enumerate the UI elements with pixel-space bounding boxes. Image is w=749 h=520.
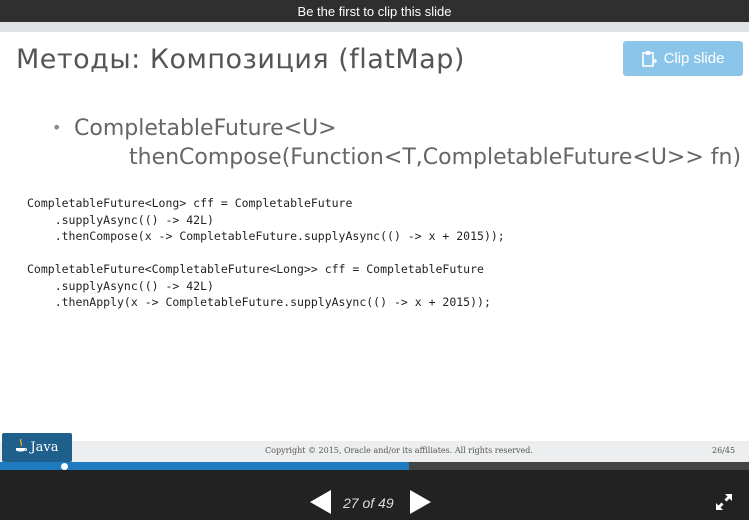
slide-canvas: Методы: Композиция (flatMap) Clip slide … (0, 22, 749, 462)
copyright-text: Copyright © 2015, Oracle and/or its affi… (265, 446, 533, 455)
next-slide-button[interactable] (408, 490, 432, 514)
slide-header-strip (0, 22, 749, 32)
player-controls: 27 of 49 (0, 470, 749, 520)
java-logo: Java (2, 433, 72, 462)
bullet-line-1: CompletableFuture<U> (74, 116, 337, 141)
java-cup-icon (15, 438, 28, 458)
bullet-line-2: thenCompose(Function<T,CompletableFuture… (129, 145, 742, 170)
slide-page-number: 26/45 (712, 446, 736, 455)
triangle-left-icon (310, 490, 331, 514)
clip-prompt-text: Be the first to clip this slide (297, 3, 452, 19)
progress-knob[interactable] (60, 463, 68, 470)
clip-slide-label: Clip slide (663, 50, 725, 67)
code-block-compose: CompletableFuture<Long> cff = Completabl… (27, 196, 505, 243)
clip-prompt-bar: Be the first to clip this slide (0, 0, 749, 22)
clip-slide-button[interactable]: Clip slide (623, 41, 743, 76)
expand-arrows-icon (716, 494, 732, 510)
code-block-apply: CompletableFuture<CompletableFuture<Long… (27, 262, 491, 309)
previous-slide-button[interactable] (309, 490, 333, 514)
clip-icon (641, 50, 658, 68)
java-logo-text: Java (30, 440, 59, 455)
slide-counter: 27 of 49 (343, 495, 394, 511)
slide-title: Методы: Композиция (flatMap) (16, 44, 465, 75)
progress-bar[interactable] (0, 462, 749, 470)
triangle-right-icon (410, 490, 431, 514)
fullscreen-button[interactable] (714, 492, 734, 512)
bullet-dot: • (52, 118, 62, 137)
